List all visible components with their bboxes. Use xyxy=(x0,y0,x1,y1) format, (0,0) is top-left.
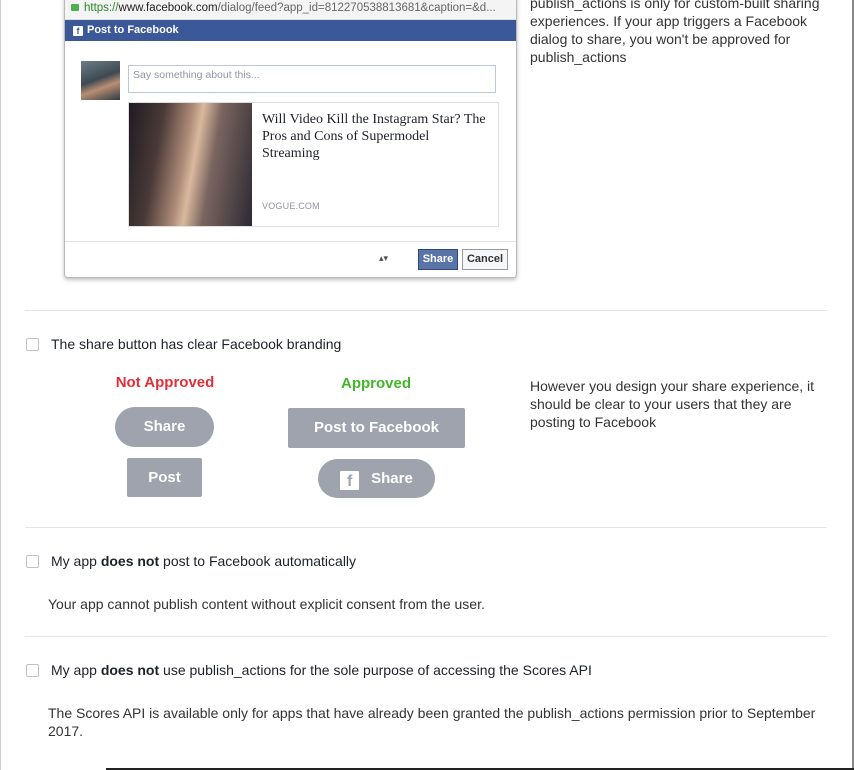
branding-check-row[interactable]: The share button has clear Facebook bran… xyxy=(26,336,341,352)
browser-url-bar: https://www.facebook.com/dialog/feed?app… xyxy=(65,0,516,20)
compose-input[interactable]: Say something about this... xyxy=(128,65,496,93)
scores-check-label: My app does not use publish_actions for … xyxy=(51,662,592,678)
branding-checkbox[interactable] xyxy=(26,337,39,351)
link-title: Will Video Kill the Instagram Star? The … xyxy=(262,112,486,161)
facebook-logo-icon: f xyxy=(73,26,83,36)
example-post-button-unbranded: Post xyxy=(127,458,202,497)
facebook-dialog-example: https://www.facebook.com/dialog/feed?app… xyxy=(64,0,517,278)
scores-check-row[interactable]: My app does not use publish_actions for … xyxy=(26,662,592,678)
facebook-logo-icon: f xyxy=(340,471,360,490)
dialog-explanation-text: publish_actions is only for custom-built… xyxy=(530,0,820,65)
example-post-to-facebook-button: Post to Facebook xyxy=(288,408,465,448)
approved-heading: Approved xyxy=(340,375,411,392)
automatic-check-row[interactable]: My app does not post to Facebook automat… xyxy=(26,553,356,569)
automatic-check-label: My app does not post to Facebook automat… xyxy=(51,553,356,569)
scores-checkbox[interactable] xyxy=(26,663,39,677)
link-domain: VOGUE.COM xyxy=(262,201,320,211)
automatic-description: Your app cannot publish content without … xyxy=(48,596,485,612)
section-divider xyxy=(25,527,827,528)
label-emphasis: does not xyxy=(100,553,160,569)
example-share-button-unbranded: Share xyxy=(115,407,214,447)
label-suffix: post to Facebook automatically xyxy=(159,553,357,569)
automatic-checkbox[interactable] xyxy=(26,554,39,568)
dialog-header: f Post to Facebook xyxy=(65,20,516,41)
avatar xyxy=(81,61,120,100)
dialog-cancel-button[interactable]: Cancel xyxy=(462,249,508,270)
window-left-border xyxy=(0,0,1,770)
url-scheme: https:// xyxy=(84,2,119,14)
example-facebook-share-button: f Share xyxy=(318,459,435,498)
dialog-share-button[interactable]: Share xyxy=(418,249,458,270)
lock-icon xyxy=(71,4,79,11)
section-divider xyxy=(25,636,827,637)
dialog-footer: ▴▾ Share Cancel xyxy=(65,241,516,277)
url-path: /dialog/feed?app_id=812270538813681&capt… xyxy=(217,2,496,14)
audience-selector-icon[interactable]: ▴▾ xyxy=(379,253,388,264)
branding-check-label: The share button has clear Facebook bran… xyxy=(51,336,342,352)
section-divider xyxy=(25,310,827,311)
example-facebook-share-label: Share xyxy=(371,470,413,487)
label-emphasis: does not xyxy=(100,662,160,678)
link-preview-card[interactable]: Will Video Kill the Instagram Star? The … xyxy=(128,102,499,227)
dialog-title: Post to Facebook xyxy=(87,24,179,36)
url-host: www.facebook.com xyxy=(118,2,218,14)
scores-description: The Scores API is available only for app… xyxy=(48,705,816,739)
label-suffix: use publish_actions for the sole purpose… xyxy=(159,662,592,678)
label-prefix: My app xyxy=(51,553,101,569)
label-prefix: My app xyxy=(51,662,101,678)
link-thumbnail xyxy=(129,103,252,226)
branding-explanation-text: However you design your share experience… xyxy=(530,378,815,430)
not-approved-heading: Not Approved xyxy=(115,374,215,391)
